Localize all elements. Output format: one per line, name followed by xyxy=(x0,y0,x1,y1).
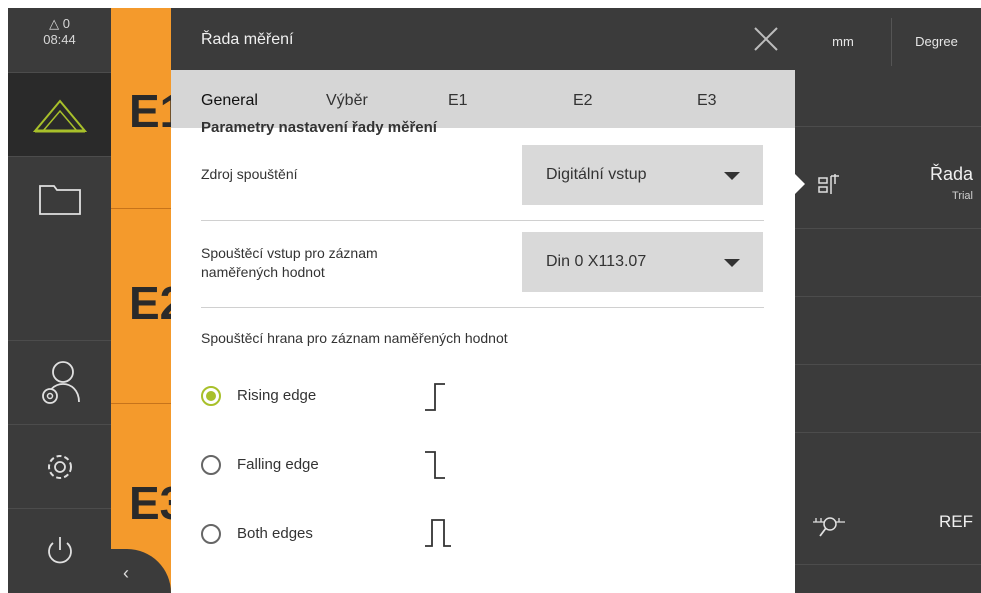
folder-icon xyxy=(38,184,81,215)
user-settings-icon xyxy=(41,360,80,404)
trigger-input-label-line1: Spouštěcí vstup pro záznam xyxy=(201,245,378,261)
panel-divider xyxy=(795,296,981,297)
edge-heading: Spouštěcí hrana pro záznam naměřených ho… xyxy=(201,330,508,346)
warning-triangle-icon: △ xyxy=(49,16,60,31)
falling-edge-label[interactable]: Falling edge xyxy=(237,456,319,473)
status-area: △ 0 08:44 xyxy=(8,8,111,72)
trigger-source-label: Zdroj spouštění xyxy=(201,166,298,182)
panel-divider xyxy=(795,564,981,565)
both-edges-label[interactable]: Both edges xyxy=(237,525,313,542)
tab-selection[interactable]: Výběr xyxy=(326,92,368,110)
trigger-input-label: Spouštěcí vstup pro záznam naměřených ho… xyxy=(201,244,378,282)
panel-divider xyxy=(795,364,981,365)
warning-count[interactable]: △ 0 xyxy=(8,16,111,32)
area-divider xyxy=(111,208,171,209)
trigger-source-value: Digitální vstup xyxy=(546,166,647,183)
tab-general[interactable]: General xyxy=(201,92,258,110)
section-heading: Parametry nastavení řady měření xyxy=(201,119,437,136)
tab-e2[interactable]: E2 xyxy=(573,92,593,110)
sidebar-item-user[interactable] xyxy=(8,340,111,424)
clock: 08:44 xyxy=(43,32,76,47)
both-edges-icon xyxy=(425,519,451,547)
sidebar-item-files[interactable] xyxy=(8,156,111,240)
dialog-content: Parametry nastavení řady měření Zdroj sp… xyxy=(171,119,795,593)
dialog-title: Řada měření xyxy=(201,31,294,48)
trigger-input-dropdown[interactable]: Din 0 X113.07 xyxy=(522,232,763,292)
falling-edge-icon xyxy=(425,451,445,479)
chevron-left-icon: ‹ xyxy=(123,563,129,583)
dialog-header: Řada měření xyxy=(171,8,795,70)
rising-edge-icon xyxy=(425,383,445,411)
left-sidebar: △ 0 08:44 xyxy=(8,8,111,593)
sidebar-item-measure[interactable] xyxy=(8,72,111,156)
sidebar-item-power[interactable] xyxy=(8,508,111,593)
trigger-input-value: Din 0 X113.07 xyxy=(546,253,647,270)
tab-e1[interactable]: E1 xyxy=(448,92,468,110)
reference-mark-icon xyxy=(813,517,845,537)
rising-edge-radio[interactable] xyxy=(201,386,221,406)
sidebar-item-settings[interactable] xyxy=(8,424,111,508)
row-divider xyxy=(201,220,764,221)
right-panel: mm Degree Řada Trial REF xyxy=(795,8,981,593)
unit-button[interactable]: mm xyxy=(795,8,891,75)
series-sublabel: Trial xyxy=(952,190,973,202)
series-label: Řada xyxy=(929,164,973,184)
panel-divider xyxy=(795,126,981,127)
tab-e3[interactable]: E3 xyxy=(697,92,717,110)
power-icon xyxy=(47,537,72,564)
panel-divider xyxy=(795,228,981,229)
close-icon[interactable] xyxy=(751,24,781,54)
panel-divider xyxy=(795,432,981,433)
dropdown-arrow-icon xyxy=(724,259,740,267)
measure-triangle-icon xyxy=(32,98,87,132)
row-divider xyxy=(201,307,764,308)
angle-unit-button[interactable]: Degree xyxy=(892,8,981,75)
ref-button[interactable]: REF xyxy=(795,498,981,558)
gear-icon xyxy=(47,454,72,479)
dropdown-arrow-icon xyxy=(724,172,740,180)
trigger-input-label-line2: naměřených hodnot xyxy=(201,264,325,280)
rising-edge-label[interactable]: Rising edge xyxy=(237,387,316,404)
ref-label: REF xyxy=(939,512,973,531)
measurement-series-dialog: Řada měření General Výběr E1 E2 E3 Param… xyxy=(171,8,795,593)
series-button[interactable]: Řada Trial xyxy=(795,138,981,228)
trigger-source-dropdown[interactable]: Digitální vstup xyxy=(522,145,763,205)
area-divider xyxy=(111,403,171,404)
falling-edge-radio[interactable] xyxy=(201,455,221,475)
series-icon xyxy=(818,174,839,194)
both-edges-radio[interactable] xyxy=(201,524,221,544)
